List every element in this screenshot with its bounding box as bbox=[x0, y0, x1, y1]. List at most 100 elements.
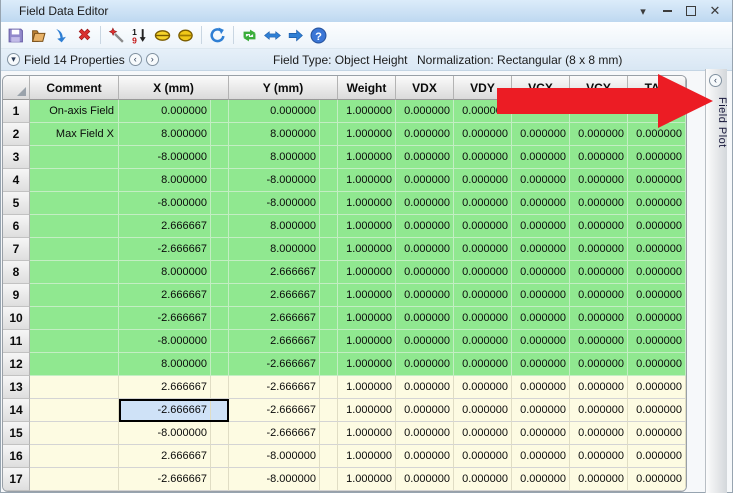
cell-y-solve[interactable] bbox=[320, 330, 338, 353]
column-header[interactable]: VDX bbox=[396, 76, 454, 100]
cell-vdy[interactable]: 0.000000 bbox=[454, 100, 512, 123]
column-header[interactable]: VDY bbox=[454, 76, 512, 100]
cell-y[interactable]: -8.000000 bbox=[229, 169, 320, 192]
cell-tan[interactable]: 0.000000 bbox=[628, 307, 686, 330]
go-arrow-icon[interactable] bbox=[286, 26, 305, 45]
cell-y[interactable]: 2.666667 bbox=[229, 261, 320, 284]
cell-tan[interactable]: 0.000000 bbox=[628, 399, 686, 422]
cell-vdy[interactable]: 0.000000 bbox=[454, 146, 512, 169]
cell-x-solve[interactable] bbox=[211, 284, 229, 307]
cell-vdx[interactable]: 0.000000 bbox=[396, 330, 454, 353]
cell-vdx[interactable]: 0.000000 bbox=[396, 468, 454, 491]
cell-vcy[interactable]: 0.000000 bbox=[570, 468, 628, 491]
cell-tan[interactable]: 0.000000 bbox=[628, 445, 686, 468]
row-header[interactable]: 6 bbox=[3, 215, 30, 238]
row-header[interactable]: 17 bbox=[3, 468, 30, 491]
window-menu-caret-icon[interactable]: ▾ bbox=[636, 4, 650, 18]
close-button[interactable]: ✕ bbox=[708, 4, 722, 18]
cell-x[interactable]: 0.000000 bbox=[119, 100, 211, 123]
cell-vcy[interactable]: 0.000000 bbox=[570, 238, 628, 261]
cell-x-solve[interactable] bbox=[211, 238, 229, 261]
row-header[interactable]: 9 bbox=[3, 284, 30, 307]
cell-comment[interactable] bbox=[30, 192, 119, 215]
cell-weight[interactable]: 1.000000 bbox=[338, 422, 396, 445]
cell-y[interactable]: 2.666667 bbox=[229, 284, 320, 307]
cell-vdy[interactable]: 0.000000 bbox=[454, 376, 512, 399]
cell-x-solve[interactable] bbox=[211, 422, 229, 445]
cell-vdy[interactable]: 0.000000 bbox=[454, 399, 512, 422]
cell-tan[interactable]: 0.000000 bbox=[628, 353, 686, 376]
row-header[interactable]: 12 bbox=[3, 353, 30, 376]
cell-tan[interactable]: 0.000000 bbox=[628, 238, 686, 261]
cell-x[interactable]: 2.666667 bbox=[119, 284, 211, 307]
cell-x[interactable]: 2.666667 bbox=[119, 376, 211, 399]
cell-x-solve[interactable] bbox=[211, 215, 229, 238]
cell-vdx[interactable]: 0.000000 bbox=[396, 307, 454, 330]
cell-vcx[interactable]: 0.000000 bbox=[512, 169, 570, 192]
swap-arrows-icon[interactable] bbox=[240, 26, 259, 45]
cell-y-solve[interactable] bbox=[320, 399, 338, 422]
cell-x[interactable]: -2.666667 bbox=[119, 307, 211, 330]
cell-vcx[interactable]: 0.000000 bbox=[512, 376, 570, 399]
cell-weight[interactable]: 1.000000 bbox=[338, 330, 396, 353]
cell-comment[interactable] bbox=[30, 330, 119, 353]
cell-y-solve[interactable] bbox=[320, 422, 338, 445]
cell-vdx[interactable]: 0.000000 bbox=[396, 261, 454, 284]
cell-tan[interactable]: 0.000000 bbox=[628, 100, 686, 123]
cell-y-solve[interactable] bbox=[320, 100, 338, 123]
cell-weight[interactable]: 1.000000 bbox=[338, 215, 396, 238]
cell-x[interactable]: -2.666667 bbox=[119, 468, 211, 491]
cell-tan[interactable]: 0.000000 bbox=[628, 376, 686, 399]
cell-vdy[interactable]: 0.000000 bbox=[454, 238, 512, 261]
chevron-left-icon[interactable]: ‹ bbox=[709, 74, 722, 87]
cell-x-solve[interactable] bbox=[211, 146, 229, 169]
cell-vcx[interactable]: 0.000000 bbox=[512, 261, 570, 284]
cell-vcy[interactable]: 0.000000 bbox=[570, 261, 628, 284]
cell-comment[interactable] bbox=[30, 353, 119, 376]
cell-x[interactable]: 8.000000 bbox=[119, 261, 211, 284]
cell-y[interactable]: 8.000000 bbox=[229, 238, 320, 261]
cell-y[interactable]: 0.000000 bbox=[229, 100, 320, 123]
cell-vdx[interactable]: 0.000000 bbox=[396, 100, 454, 123]
cell-weight[interactable]: 1.000000 bbox=[338, 123, 396, 146]
cell-tan[interactable]: 0.000000 bbox=[628, 123, 686, 146]
cell-y[interactable]: 8.000000 bbox=[229, 123, 320, 146]
cell-vdy[interactable]: 0.000000 bbox=[454, 123, 512, 146]
cell-x[interactable]: -2.666667 bbox=[119, 399, 211, 422]
row-header[interactable]: 15 bbox=[3, 422, 30, 445]
cell-vcy[interactable]: 0.000000 bbox=[570, 307, 628, 330]
cell-x[interactable]: -8.000000 bbox=[119, 192, 211, 215]
row-header[interactable]: 2 bbox=[3, 123, 30, 146]
row-header[interactable]: 10 bbox=[3, 307, 30, 330]
cell-vdy[interactable]: 0.000000 bbox=[454, 353, 512, 376]
cell-x[interactable]: 8.000000 bbox=[119, 169, 211, 192]
cell-weight[interactable]: 1.000000 bbox=[338, 399, 396, 422]
cell-y[interactable]: 2.666667 bbox=[229, 330, 320, 353]
insert-arrow-icon[interactable] bbox=[52, 26, 71, 45]
cell-y[interactable]: -8.000000 bbox=[229, 445, 320, 468]
row-header[interactable]: 3 bbox=[3, 146, 30, 169]
cell-vcx[interactable]: 0.000000 bbox=[512, 215, 570, 238]
cell-vcy[interactable]: 0.000000 bbox=[570, 422, 628, 445]
row-header[interactable]: 11 bbox=[3, 330, 30, 353]
cell-weight[interactable]: 1.000000 bbox=[338, 307, 396, 330]
cell-weight[interactable]: 1.000000 bbox=[338, 192, 396, 215]
cell-x-solve[interactable] bbox=[211, 100, 229, 123]
cell-y-solve[interactable] bbox=[320, 468, 338, 491]
cell-x-solve[interactable] bbox=[211, 261, 229, 284]
row-header[interactable]: 14 bbox=[3, 399, 30, 422]
maximize-button[interactable] bbox=[684, 4, 698, 18]
cell-x-solve[interactable] bbox=[211, 399, 229, 422]
sort-1-9-icon[interactable]: 19 bbox=[130, 26, 149, 45]
cell-y-solve[interactable] bbox=[320, 192, 338, 215]
cell-vdx[interactable]: 0.000000 bbox=[396, 215, 454, 238]
cell-comment[interactable] bbox=[30, 169, 119, 192]
cell-x[interactable]: -8.000000 bbox=[119, 330, 211, 353]
cell-x[interactable]: -2.666667 bbox=[119, 238, 211, 261]
cell-x[interactable]: 8.000000 bbox=[119, 123, 211, 146]
cell-vcx[interactable]: 0.000000 bbox=[512, 284, 570, 307]
cell-x-solve[interactable] bbox=[211, 169, 229, 192]
cell-vcx[interactable]: 0.000000 bbox=[512, 238, 570, 261]
help-icon[interactable]: ? bbox=[309, 26, 328, 45]
cell-y[interactable]: 2.666667 bbox=[229, 307, 320, 330]
